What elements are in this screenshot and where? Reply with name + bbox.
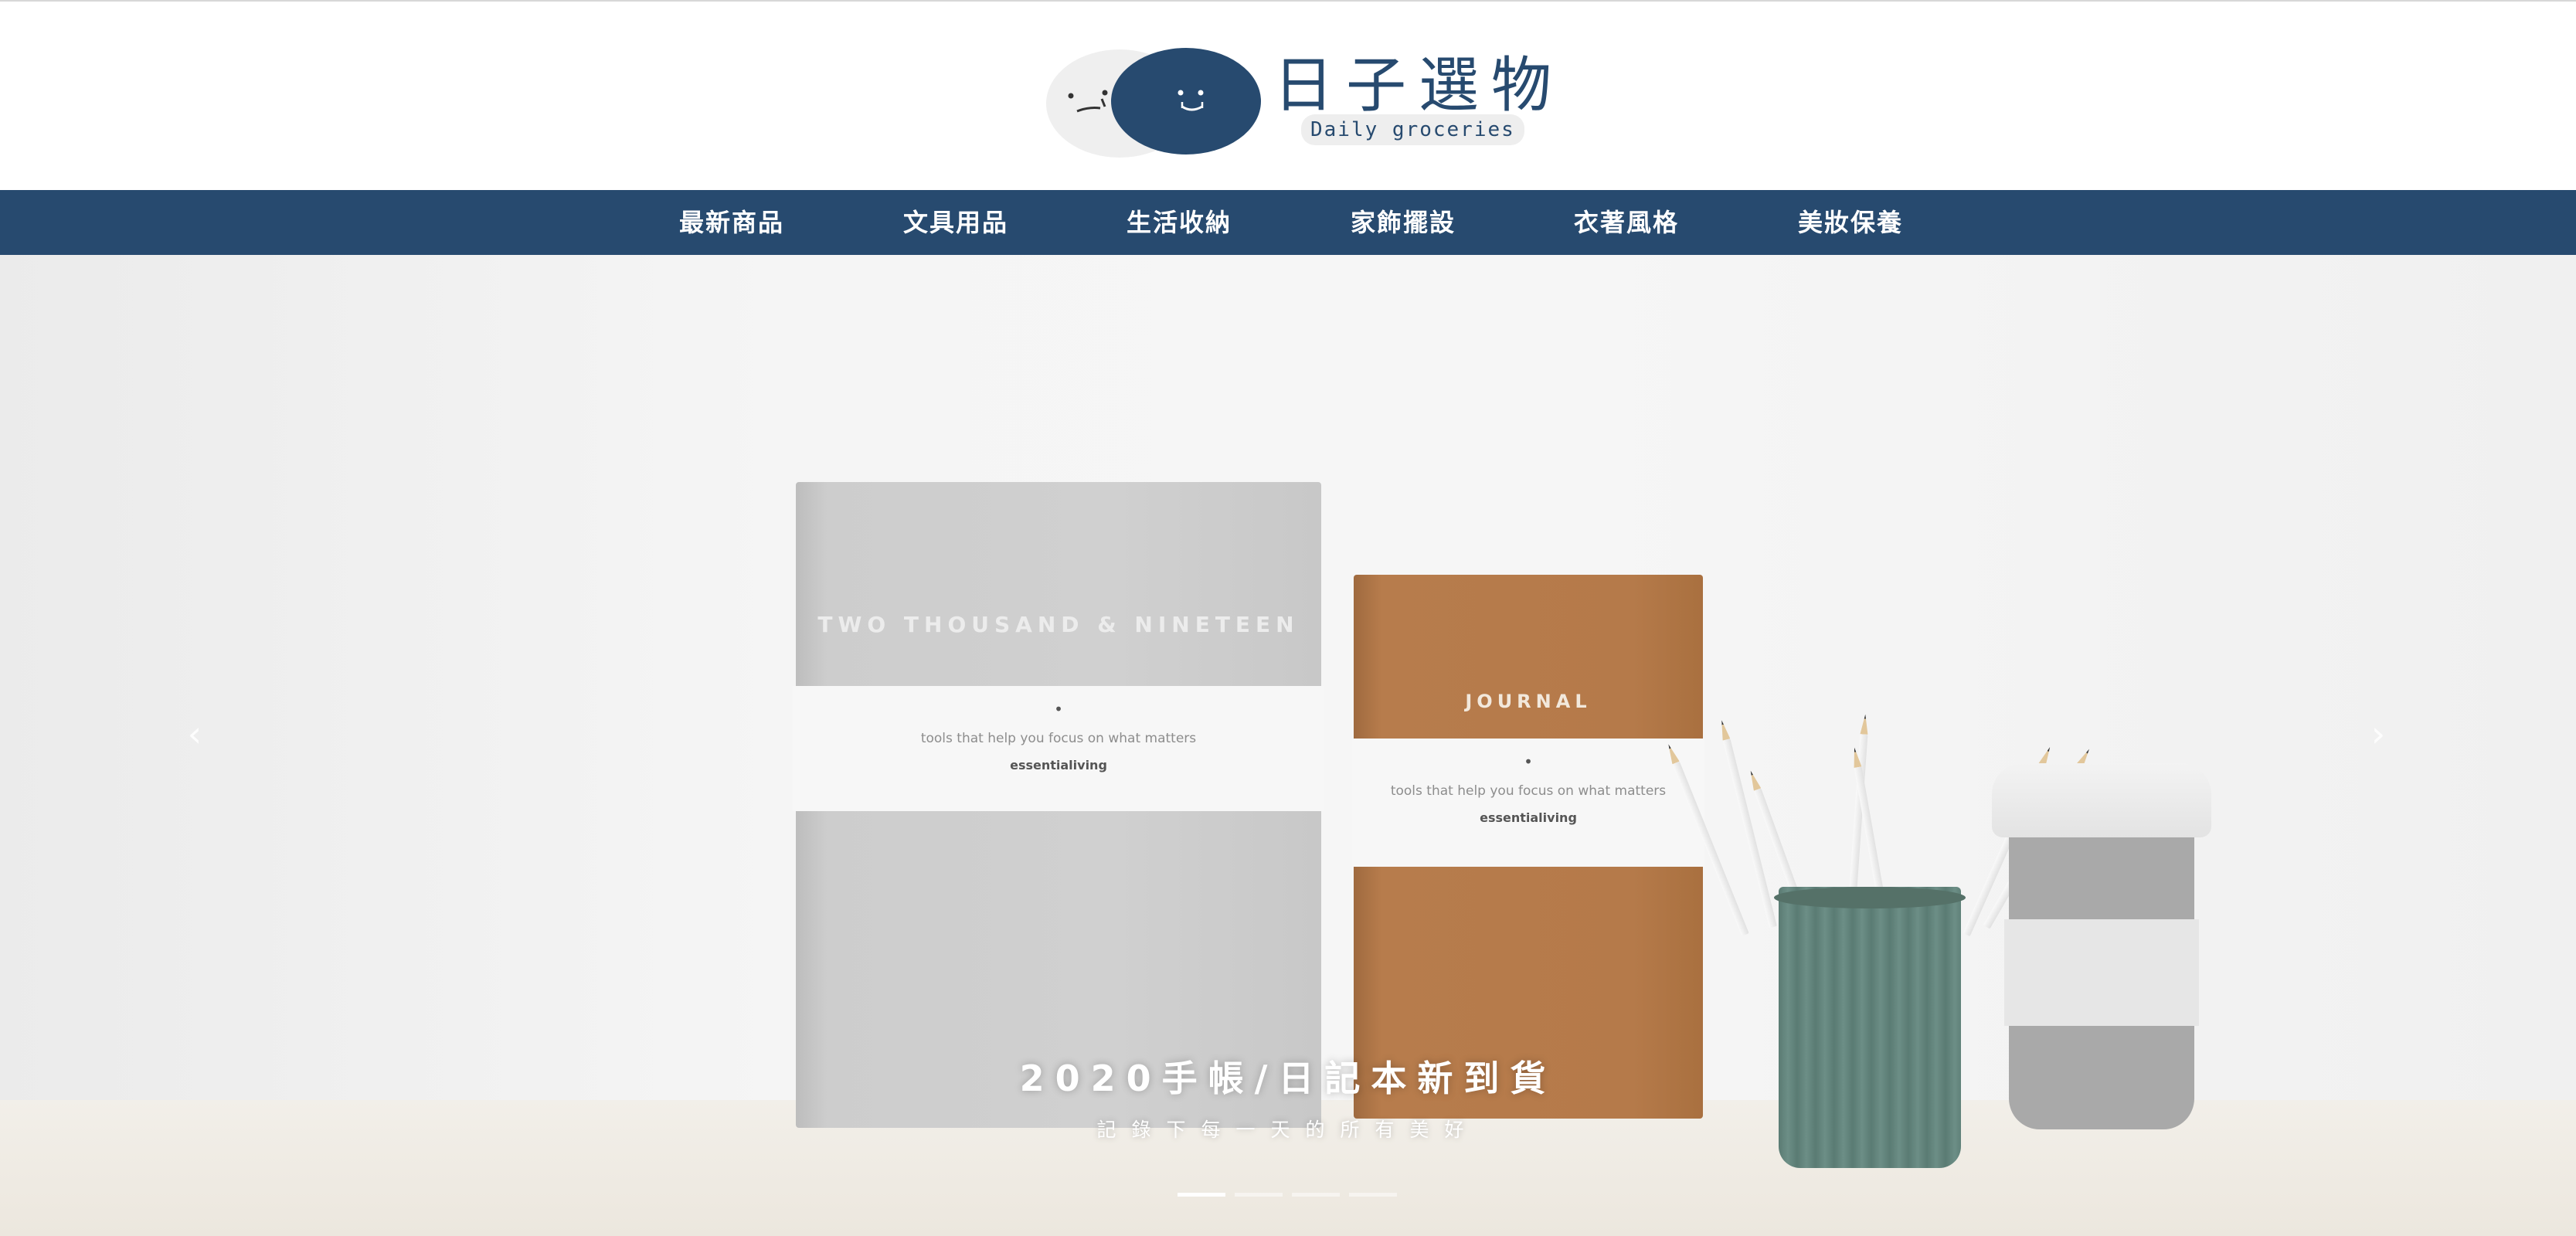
nav-item-new-products[interactable]: 最新商品 [679, 190, 784, 255]
book-brown-band: • tools that help you focus on what matt… [1352, 739, 1704, 867]
nav-item-stationery[interactable]: 文具用品 [903, 190, 1008, 255]
nav-item-apparel[interactable]: 衣著風格 [1574, 190, 1679, 255]
site-header: 日子選物 Daily groceries [0, 2, 2576, 190]
book-brown-title: JOURNAL [1465, 691, 1592, 712]
hero-pencil-cup-rim [1774, 887, 1966, 908]
carousel-indicator[interactable] [1235, 1193, 1283, 1197]
main-nav: 最新商品 文具用品 生活收納 家飾擺設 衣著風格 美妝保養 [0, 190, 2576, 255]
logo-face-front-icon [1111, 48, 1261, 154]
site-logo[interactable]: 日子選物 Daily groceries [1045, 46, 1551, 162]
book-grey-band: • tools that help you focus on what matt… [793, 686, 1324, 811]
nav-item-home-decor[interactable]: 家飾擺設 [1351, 190, 1456, 255]
hero-caption-title: 2020手帳/日記本新到貨 [1019, 1058, 1557, 1099]
chevron-right-icon[interactable]: › [2363, 716, 2394, 752]
hero-book-grey: TWO THOUSAND & NINETEEN • tools that hel… [793, 482, 1324, 1128]
hero-caption-subtitle: 記錄下每一天的所有美好 [1096, 1119, 1480, 1141]
band-brand: essentialiving [1480, 810, 1577, 825]
chevron-left-icon[interactable]: ‹ [179, 716, 210, 752]
logo-title: 日子選物 [1273, 51, 1565, 121]
carousel-indicator[interactable] [1178, 1193, 1225, 1197]
carousel-indicator[interactable] [1292, 1193, 1340, 1197]
hero-tumbler-sleeve [2004, 919, 2199, 1026]
hero-book-brown: JOURNAL • tools that help you focus on w… [1352, 575, 1704, 1119]
nav-item-storage[interactable]: 生活收納 [1127, 190, 1232, 255]
hero-tumbler-lid [1992, 763, 2211, 837]
logo-subtitle: Daily groceries [1301, 114, 1524, 145]
band-brand: essentialiving [1010, 758, 1107, 772]
nav-item-beauty[interactable]: 美妝保養 [1798, 190, 1903, 255]
book-grey-title: TWO THOUSAND & NINETEEN [817, 612, 1300, 637]
band-tagline: tools that help you focus on what matter… [920, 731, 1197, 746]
carousel-indicator[interactable] [1349, 1193, 1397, 1197]
band-tagline: tools that help you focus on what matter… [1390, 783, 1667, 799]
hero-carousel[interactable]: TWO THOUSAND & NINETEEN • tools that hel… [0, 255, 2576, 1236]
